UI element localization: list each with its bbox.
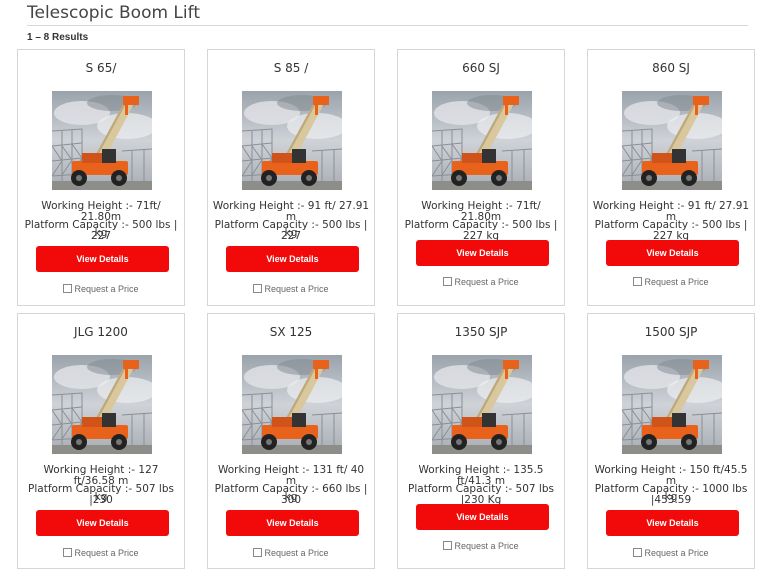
request-price-checkbox[interactable] — [63, 284, 73, 293]
view-details-button[interactable]: View Details — [606, 240, 739, 266]
product-name[interactable]: 1350 SJP — [398, 325, 564, 339]
request-price-option[interactable]: Request a Price — [588, 548, 754, 558]
product-image[interactable] — [52, 355, 152, 454]
page-title: Telescopic Boom Lift — [27, 3, 200, 23]
request-price-checkbox[interactable] — [633, 548, 643, 557]
platform-capacity-unit: kg — [284, 491, 298, 503]
platform-capacity-unit: kg — [94, 227, 108, 239]
product-card: S 65/ Working Height:- 71ft/ 21.80m Pla… — [17, 49, 185, 306]
platform-capacity: Platform Capacity :- 500 lbs | 227 kg — [594, 219, 748, 242]
request-price-checkbox[interactable] — [63, 548, 73, 557]
product-name[interactable]: S 65/ — [18, 61, 184, 75]
request-price-label: Request a Price — [644, 277, 709, 287]
platform-capacity-unit: kg — [664, 491, 678, 503]
request-price-option[interactable]: Request a Price — [398, 277, 564, 287]
request-price-option[interactable]: Request a Price — [208, 284, 374, 294]
product-name[interactable]: S 85 / — [208, 61, 374, 75]
request-price-checkbox[interactable] — [633, 277, 643, 286]
view-details-button[interactable]: View Details — [226, 510, 359, 536]
request-price-label: Request a Price — [454, 277, 519, 287]
product-name[interactable]: SX 125 — [208, 325, 374, 339]
request-price-option[interactable]: Request a Price — [398, 541, 564, 551]
platform-capacity-unit: kg — [94, 491, 108, 503]
product-name[interactable]: JLG 1200 — [18, 325, 184, 339]
product-card: JLG 1200 Working Height:- 127 ft/36.58 … — [17, 313, 185, 569]
request-price-checkbox[interactable] — [253, 548, 263, 557]
product-name[interactable]: 860 SJ — [588, 61, 754, 75]
title-divider — [27, 25, 748, 26]
request-price-label: Request a Price — [264, 548, 329, 558]
product-image[interactable] — [432, 91, 532, 190]
view-details-button[interactable]: View Details — [36, 246, 169, 272]
product-image[interactable] — [242, 91, 342, 190]
product-name[interactable]: 660 SJ — [398, 61, 564, 75]
request-price-label: Request a Price — [74, 284, 139, 294]
request-price-checkbox[interactable] — [443, 541, 453, 550]
view-details-button[interactable]: View Details — [36, 510, 169, 536]
request-price-label: Request a Price — [264, 284, 329, 294]
product-card: SX 125 Working Height:- 131 ft/ 40 m Pl… — [207, 313, 375, 569]
view-details-button[interactable]: View Details — [226, 246, 359, 272]
product-image[interactable] — [52, 91, 152, 190]
product-card: 660 SJ Working Height:- 71ft/ 21.80m Pl… — [397, 49, 565, 306]
request-price-option[interactable]: Request a Price — [18, 548, 184, 558]
product-card: 1500 SJP Working Height:- 150 ft/45.5 m… — [587, 313, 755, 569]
platform-capacity: Platform Capacity :- 507 lbs |230 Kg — [408, 483, 554, 506]
view-details-button[interactable]: View Details — [416, 240, 549, 266]
view-details-button[interactable]: View Details — [416, 504, 549, 530]
request-price-option[interactable]: Request a Price — [18, 284, 184, 294]
request-price-option[interactable]: Request a Price — [588, 277, 754, 287]
product-name[interactable]: 1500 SJP — [588, 325, 754, 339]
product-image[interactable] — [622, 355, 722, 454]
platform-capacity: Platform Capacity :- 500 lbs | 227 kg — [404, 219, 558, 242]
request-price-checkbox[interactable] — [253, 284, 263, 293]
request-price-label: Request a Price — [74, 548, 139, 558]
product-card: 1350 SJP Working Height:- 135.5 ft/41.3… — [397, 313, 565, 569]
product-card: 860 SJ Working Height:- 91 ft/ 27.91 m … — [587, 49, 755, 306]
request-price-option[interactable]: Request a Price — [208, 548, 374, 558]
product-image[interactable] — [622, 91, 722, 190]
product-image[interactable] — [242, 355, 342, 454]
platform-capacity-unit: kg — [284, 227, 298, 239]
request-price-label: Request a Price — [644, 548, 709, 558]
request-price-label: Request a Price — [454, 541, 519, 551]
product-card: S 85 / Working Height:- 91 ft/ 27.91 m … — [207, 49, 375, 306]
product-listing-page: Telescopic Boom Lift 1 – 8 Results S 65/ — [0, 0, 783, 580]
request-price-checkbox[interactable] — [443, 277, 453, 286]
view-details-button[interactable]: View Details — [606, 510, 739, 536]
product-image[interactable] — [432, 355, 532, 454]
results-count: 1 – 8 Results — [27, 32, 89, 43]
